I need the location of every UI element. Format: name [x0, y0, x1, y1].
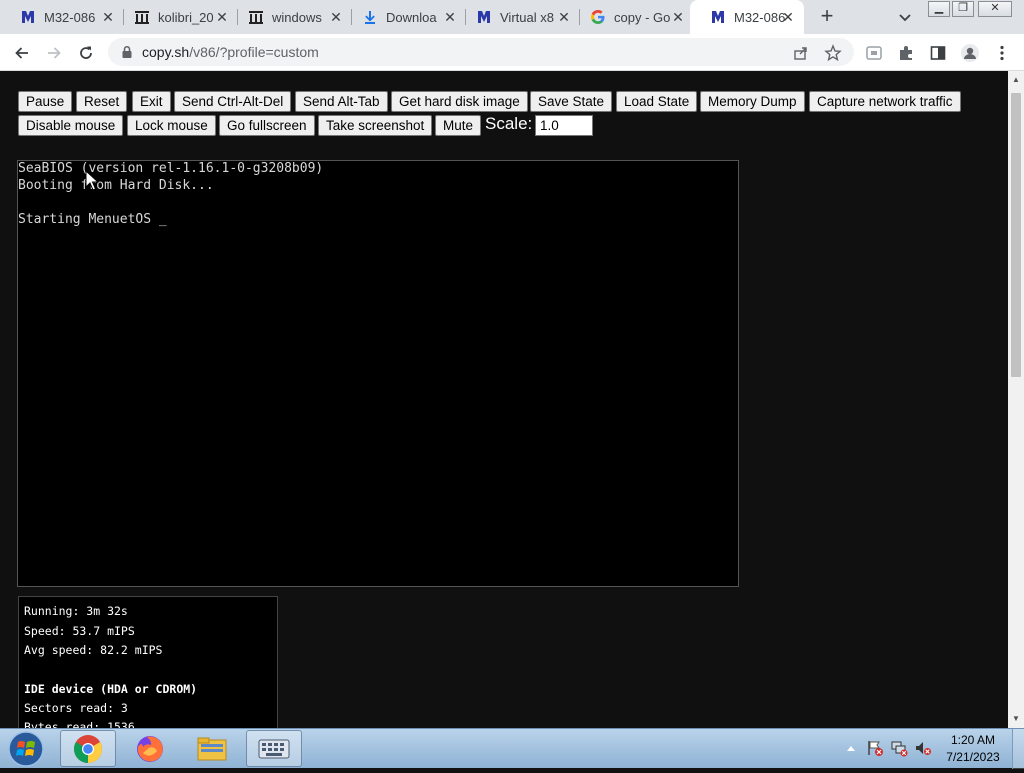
send-alt-tab-button[interactable]: Send Alt-Tab: [295, 91, 388, 112]
volume-muted-icon[interactable]: [914, 739, 932, 757]
share-icon[interactable]: [792, 44, 810, 62]
profile-avatar-icon[interactable]: [960, 43, 980, 63]
action-center-flag-icon[interactable]: [866, 739, 884, 757]
tab-google-search[interactable]: copy - Go ✕: [570, 0, 694, 34]
clock-time: 1:20 AM: [950, 733, 996, 747]
keyboard-icon: [258, 739, 290, 758]
avg-speed-stat: Avg speed: 82.2 mIPS: [24, 643, 163, 657]
tab-v86-1[interactable]: M32-086 ✕: [0, 0, 124, 34]
minimize-button[interactable]: ▁: [928, 1, 950, 17]
new-tab-button[interactable]: +: [815, 5, 839, 29]
tab-search-chevron-icon[interactable]: [896, 8, 914, 26]
back-button[interactable]: [10, 41, 34, 65]
ide-device-heading: IDE device (HDA or CDROM): [24, 682, 198, 696]
url-path: /v86/?profile=custom: [189, 44, 319, 60]
runtime-stats-panel: Running: 3m 32s Speed: 53.7 mIPS Avg spe…: [18, 596, 278, 728]
scale-label: Scale:: [485, 114, 533, 133]
emulator-screen[interactable]: SeaBIOS (version rel-1.16.1-0-g3208b09) …: [17, 160, 739, 587]
firefox-icon: [137, 735, 163, 762]
v86-icon: [20, 9, 36, 25]
reset-button[interactable]: Reset: [76, 91, 128, 112]
tab-strip: M32-086 ✕ kolibri_20 ✕ windows ✕ Downloa…: [0, 0, 1024, 34]
reload-button[interactable]: [74, 41, 98, 65]
tab-virtual-x86[interactable]: Virtual x8 ✕: [456, 0, 580, 34]
go-fullscreen-button[interactable]: Go fullscreen: [219, 115, 315, 136]
close-tab-icon[interactable]: ✕: [670, 9, 686, 25]
close-window-button[interactable]: ✕: [978, 1, 1012, 17]
running-time: Running: 3m 32s: [24, 604, 128, 618]
scale-input[interactable]: [535, 115, 593, 136]
bytes-read-stat: Bytes read: 1536: [24, 720, 135, 728]
show-hidden-icons-icon[interactable]: [842, 739, 860, 757]
taskbar-on-screen-keyboard[interactable]: [246, 730, 302, 767]
file-explorer-icon: [197, 737, 227, 760]
clock-date: 7/21/2023: [946, 750, 1000, 764]
tab-kolibri[interactable]: kolibri_20 ✕: [114, 0, 238, 34]
archive-icon: [134, 9, 150, 25]
pause-button[interactable]: Pause: [18, 91, 73, 112]
v86-icon: [710, 9, 726, 25]
address-bar[interactable]: copy.sh/v86/?profile=custom: [108, 38, 854, 66]
forward-button[interactable]: [42, 41, 66, 65]
memory-dump-button[interactable]: Memory Dump: [700, 91, 805, 112]
v86-icon: [476, 9, 492, 25]
take-screenshot-button[interactable]: Take screenshot: [318, 115, 433, 136]
taskbar-firefox[interactable]: [122, 730, 178, 767]
save-state-button[interactable]: Save State: [530, 91, 613, 112]
lock-icon[interactable]: [120, 45, 134, 59]
screen-line: Booting from Hard Disk...: [18, 178, 214, 193]
sectors-read-stat: Sectors read: 3: [24, 701, 128, 715]
maximize-button[interactable]: ❐: [952, 1, 974, 17]
url-text: copy.sh/v86/?profile=custom: [142, 44, 319, 60]
network-status-icon[interactable]: [890, 739, 908, 757]
chrome-icon: [74, 734, 102, 763]
download-icon: [362, 9, 378, 25]
exit-button[interactable]: Exit: [132, 91, 171, 112]
speed-stat: Speed: 53.7 mIPS: [24, 624, 135, 638]
lock-mouse-button[interactable]: Lock mouse: [127, 115, 216, 136]
tab-label: copy - Go: [614, 9, 671, 25]
tab-downloads[interactable]: Downloa ✕: [342, 0, 466, 34]
tab-label: Downloa: [386, 9, 437, 25]
start-button[interactable]: [6, 730, 46, 768]
taskbar-chrome[interactable]: [60, 730, 116, 767]
screen-line: Starting MenuetOS _: [18, 212, 167, 227]
close-tab-icon[interactable]: ✕: [780, 9, 796, 25]
tab-label: kolibri_20: [158, 9, 214, 25]
scroll-down-arrow-icon[interactable]: ▼: [1011, 714, 1021, 724]
capture-network-traffic-button[interactable]: Capture network traffic: [809, 91, 961, 112]
mouse-cursor-icon: [85, 170, 99, 191]
tab-v86-active[interactable]: M32-086 ✕: [690, 0, 804, 34]
mute-button[interactable]: Mute: [435, 115, 482, 136]
system-clock[interactable]: 1:20 AM 7/21/2023: [940, 732, 1006, 766]
more-menu-icon[interactable]: [992, 43, 1012, 63]
get-hard-disk-image-button[interactable]: Get hard disk image: [391, 91, 528, 112]
screen-line: SeaBIOS (version rel-1.16.1-0-g3208b09): [18, 161, 324, 176]
google-icon: [590, 9, 606, 25]
extensions-puzzle-icon[interactable]: [896, 43, 916, 63]
tab-label: Virtual x8: [500, 9, 554, 25]
disable-mouse-button[interactable]: Disable mouse: [18, 115, 124, 136]
archive-icon: [248, 9, 264, 25]
scrollbar-thumb[interactable]: [1011, 93, 1021, 377]
url-host: copy.sh: [142, 44, 190, 60]
load-state-button[interactable]: Load State: [616, 91, 698, 112]
taskbar-file-explorer[interactable]: [184, 730, 240, 767]
browser-toolbar: copy.sh/v86/?profile=custom: [0, 34, 1024, 71]
v86-page: Pause Reset Exit Send Ctrl-Alt-Del Send …: [0, 71, 1008, 728]
page-scrollbar[interactable]: ▲ ▼: [1008, 71, 1024, 728]
bookmark-star-icon[interactable]: [824, 44, 842, 62]
send-ctrl-alt-del-button[interactable]: Send Ctrl-Alt-Del: [174, 91, 292, 112]
tab-windows[interactable]: windows ✕: [228, 0, 352, 34]
extension-media-icon[interactable]: [864, 43, 884, 63]
show-desktop-button[interactable]: [1012, 729, 1024, 769]
windows-taskbar: 1:20 AM 7/21/2023: [0, 728, 1024, 769]
tab-label: M32-086: [44, 9, 96, 25]
scroll-up-arrow-icon[interactable]: ▲: [1011, 75, 1021, 85]
side-panel-icon[interactable]: [928, 43, 948, 63]
tab-label: windows: [272, 9, 322, 25]
